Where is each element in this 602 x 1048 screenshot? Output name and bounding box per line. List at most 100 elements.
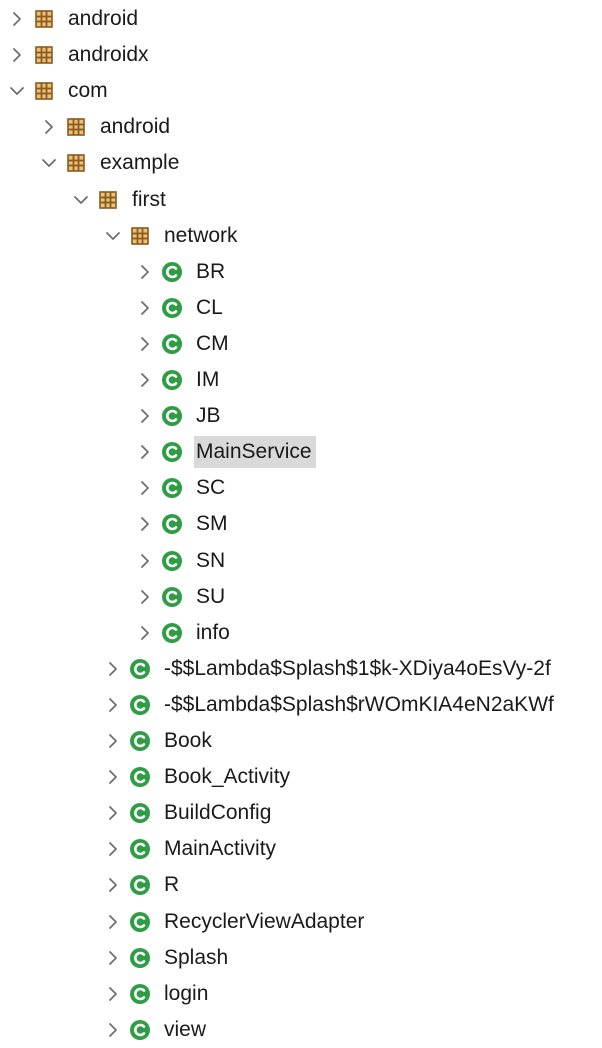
class-icon <box>160 332 184 356</box>
chevron-right-icon[interactable] <box>136 441 154 463</box>
tree-row[interactable]: login <box>0 976 602 1012</box>
chevron-down-icon[interactable] <box>40 152 58 174</box>
chevron-down-icon[interactable] <box>104 225 122 247</box>
chevron-right-icon[interactable] <box>136 333 154 355</box>
tree-row[interactable]: android <box>0 109 602 145</box>
class-icon <box>160 621 184 645</box>
tree-item-label: -$$Lambda$Splash$1$k-XDiya4oEsVy-2f <box>164 656 551 680</box>
tree-item-label: com <box>68 79 108 103</box>
tree-item-label: MainService <box>194 436 316 469</box>
chevron-right-icon[interactable] <box>104 1019 122 1041</box>
chevron-right-icon[interactable] <box>136 622 154 644</box>
tree-item-label: CL <box>196 295 223 319</box>
class-icon <box>160 404 184 428</box>
chevron-right-icon[interactable] <box>104 802 122 824</box>
tree-item-label: android <box>68 7 139 30</box>
tree-item-label: MainActivity <box>164 837 277 861</box>
chevron-right-icon[interactable] <box>104 983 122 1005</box>
chevron-down-icon[interactable] <box>8 80 26 102</box>
tree-row[interactable]: R <box>0 867 602 903</box>
tree-item-label: view <box>164 1017 207 1041</box>
class-icon <box>160 368 184 392</box>
package-icon <box>32 79 56 103</box>
tree-item-label: IM <box>196 368 220 391</box>
package-icon <box>64 151 88 175</box>
chevron-right-icon[interactable] <box>40 116 58 138</box>
tree-row[interactable]: view <box>0 1012 602 1048</box>
tree-item-label: JB <box>196 404 221 428</box>
package-icon <box>128 224 152 248</box>
class-icon <box>128 910 152 934</box>
tree-row[interactable]: Splash <box>0 940 602 976</box>
tree-row[interactable]: -$$Lambda$Splash$1$k-XDiya4oEsVy-2f <box>0 651 602 687</box>
tree-row[interactable]: androidx <box>0 37 602 73</box>
package-explorer-tree: android androidx com android example first net… <box>0 0 602 1043</box>
chevron-down-icon[interactable] <box>72 189 90 211</box>
tree-item-label: BR <box>196 259 226 283</box>
tree-row[interactable]: info <box>0 615 602 651</box>
class-icon <box>160 260 184 284</box>
tree-row[interactable]: CL <box>0 290 602 326</box>
tree-row[interactable]: android <box>0 1 602 37</box>
chevron-right-icon[interactable] <box>136 261 154 283</box>
tree-row[interactable]: CM <box>0 326 602 362</box>
tree-item-label: SU <box>196 584 226 608</box>
package-icon <box>32 7 56 31</box>
class-icon <box>160 512 184 536</box>
chevron-right-icon[interactable] <box>136 405 154 427</box>
class-icon <box>160 549 184 573</box>
class-icon <box>128 982 152 1006</box>
tree-row[interactable]: com <box>0 73 602 109</box>
tree-item-label: Splash <box>164 945 229 969</box>
chevron-right-icon[interactable] <box>104 947 122 969</box>
chevron-right-icon[interactable] <box>136 513 154 535</box>
class-icon <box>128 837 152 861</box>
tree-item-label: CM <box>196 331 229 355</box>
tree-item-label: androidx <box>68 43 149 67</box>
chevron-right-icon[interactable] <box>8 44 26 66</box>
package-icon <box>96 188 120 212</box>
tree-item-label: android <box>100 115 171 139</box>
tree-row[interactable]: first <box>0 182 602 218</box>
class-icon <box>128 873 152 897</box>
class-icon <box>160 585 184 609</box>
class-icon <box>160 476 184 500</box>
tree-row[interactable]: -$$Lambda$Splash$rWOmKIA4eN2aKWf <box>0 687 602 723</box>
tree-row[interactable]: SN <box>0 543 602 579</box>
tree-item-label: SM <box>196 512 228 536</box>
chevron-right-icon[interactable] <box>136 297 154 319</box>
chevron-right-icon[interactable] <box>136 586 154 608</box>
tree-row[interactable]: example <box>0 145 602 181</box>
chevron-right-icon[interactable] <box>136 369 154 391</box>
chevron-right-icon[interactable] <box>136 550 154 572</box>
tree-row[interactable]: Book_Activity <box>0 759 602 795</box>
tree-row[interactable]: BuildConfig <box>0 795 602 831</box>
tree-row[interactable]: SU <box>0 579 602 615</box>
chevron-right-icon[interactable] <box>104 766 122 788</box>
chevron-right-icon[interactable] <box>136 477 154 499</box>
package-icon <box>64 115 88 139</box>
tree-row[interactable]: JB <box>0 398 602 434</box>
tree-row[interactable]: network <box>0 218 602 254</box>
chevron-right-icon[interactable] <box>104 658 122 680</box>
tree-row[interactable]: IM <box>0 362 602 398</box>
class-icon <box>160 440 184 464</box>
package-icon <box>32 43 56 67</box>
tree-row[interactable]: RecyclerViewAdapter <box>0 904 602 940</box>
tree-row[interactable]: MainService <box>0 434 602 470</box>
chevron-right-icon[interactable] <box>104 838 122 860</box>
tree-row[interactable]: Book <box>0 723 602 759</box>
class-icon <box>128 801 152 825</box>
chevron-right-icon[interactable] <box>104 874 122 896</box>
tree-row[interactable]: SC <box>0 470 602 506</box>
tree-item-label: first <box>132 187 166 211</box>
chevron-right-icon[interactable] <box>104 730 122 752</box>
chevron-right-icon[interactable] <box>104 911 122 933</box>
tree-row[interactable]: MainActivity <box>0 831 602 867</box>
chevron-right-icon[interactable] <box>104 694 122 716</box>
class-icon <box>128 657 152 681</box>
chevron-right-icon[interactable] <box>8 8 26 30</box>
tree-item-label: SC <box>196 476 226 500</box>
tree-row[interactable]: SM <box>0 506 602 542</box>
tree-row[interactable]: BR <box>0 254 602 290</box>
